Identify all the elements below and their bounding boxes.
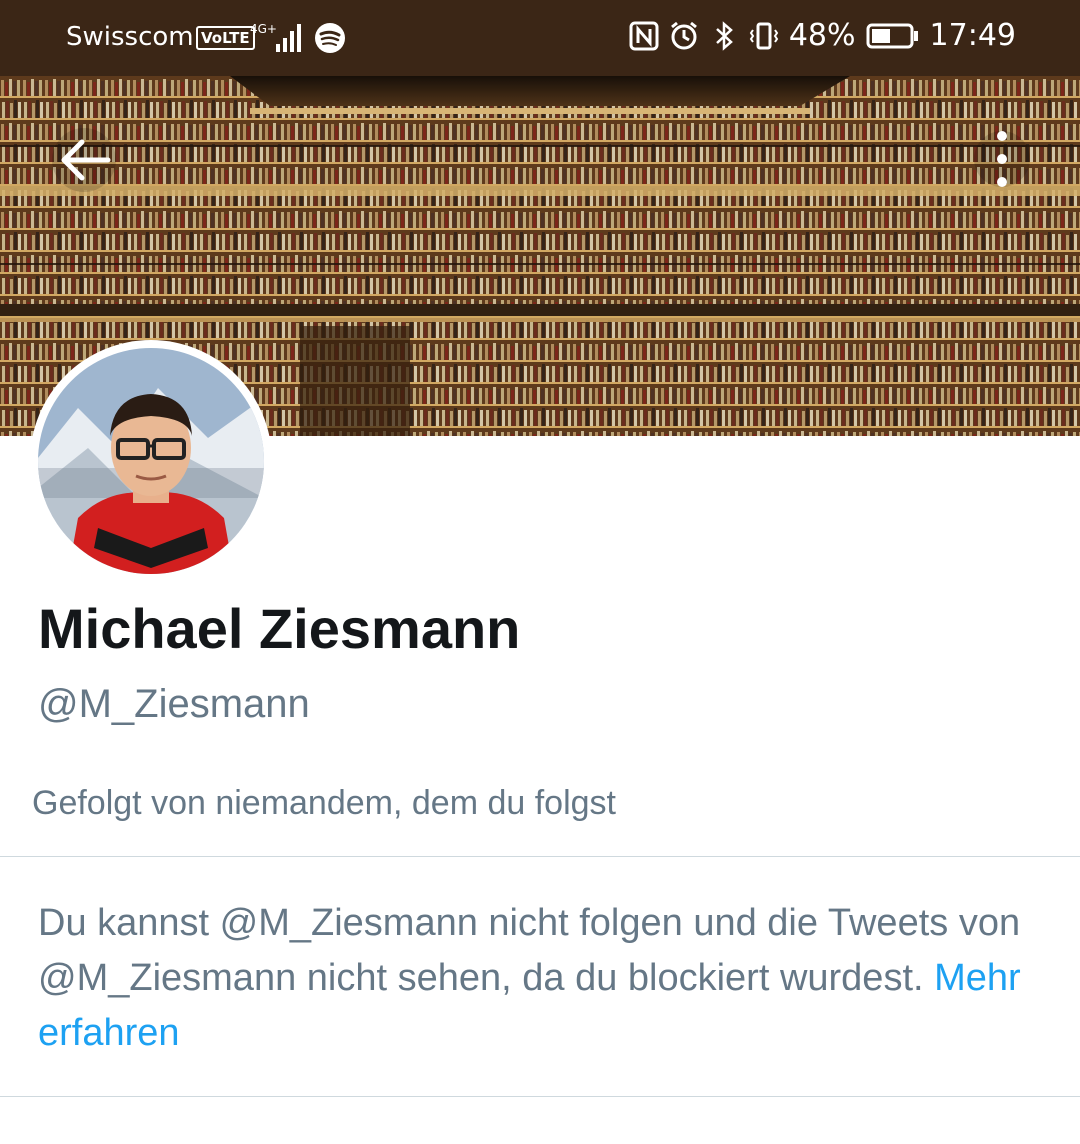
- alarm-icon: [670, 21, 697, 49]
- battery-icon: [866, 23, 918, 48]
- divider: [0, 1096, 1080, 1097]
- avatar-image: [38, 348, 264, 574]
- blocked-message: Du kannst @M_Ziesmann nicht folgen und d…: [38, 902, 1021, 999]
- clock: 17:49: [929, 18, 1016, 53]
- followed-by-text[interactable]: Gefolgt von niemandem, dem du folgst: [32, 784, 616, 823]
- more-options-icon[interactable]: [974, 124, 1030, 194]
- profile-name: Michael Ziesmann: [38, 597, 521, 660]
- signal-icon: 4G+: [250, 22, 301, 52]
- battery-percent: 48%: [788, 18, 856, 53]
- svg-text:4G+: 4G+: [250, 22, 277, 36]
- status-bar: Swisscom VoLTE 4G+ 48% 17:49: [0, 0, 1080, 76]
- bluetooth-icon: [715, 20, 733, 51]
- blocked-notice: Du kannst @M_Ziesmann nicht folgen und d…: [38, 896, 1048, 1061]
- back-arrow-icon[interactable]: [48, 128, 120, 192]
- profile-handle: @M_Ziesmann: [38, 682, 310, 726]
- vibrate-icon: [749, 22, 779, 49]
- nfc-icon: [629, 21, 659, 50]
- divider: [0, 856, 1080, 857]
- spotify-icon: [315, 23, 345, 53]
- volte-badge: VoLTE: [196, 26, 255, 50]
- carrier-name: Swisscom: [66, 22, 194, 52]
- avatar[interactable]: [30, 340, 272, 582]
